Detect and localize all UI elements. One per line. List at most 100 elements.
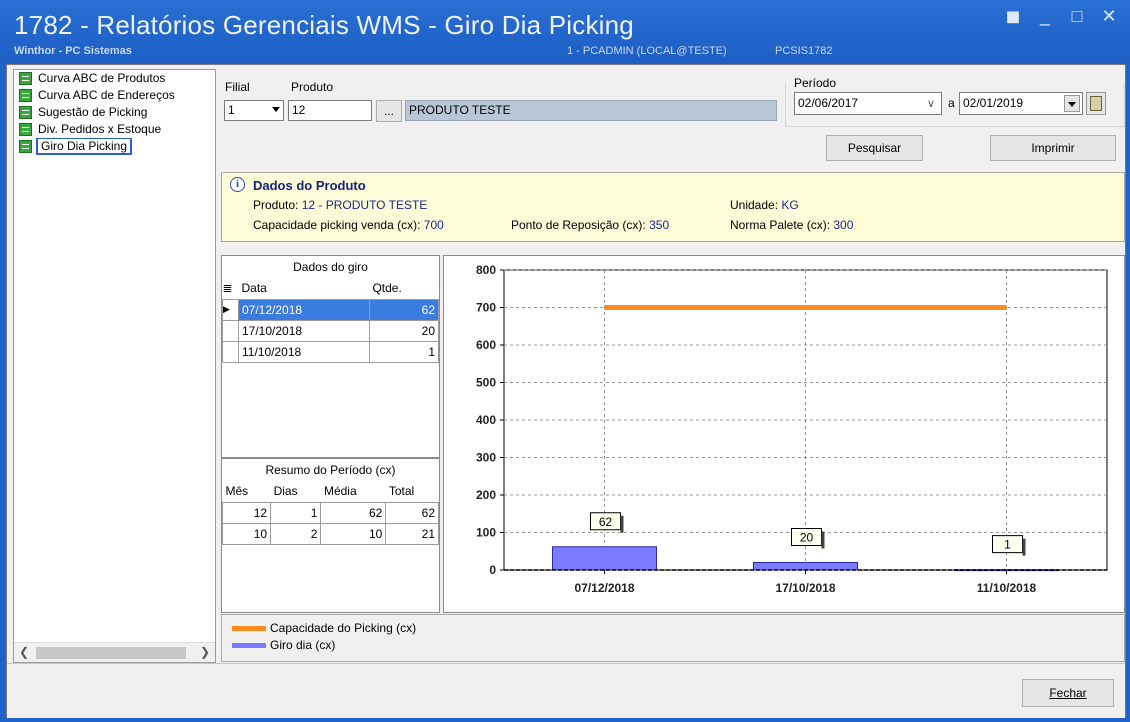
cell-dias[interactable]: 2 xyxy=(270,522,322,545)
data-label-shadow xyxy=(821,531,825,549)
row-indicator xyxy=(222,340,239,363)
unidade-label: Unidade: xyxy=(730,198,779,212)
date-to-picker[interactable]: 02/01/2019 xyxy=(959,92,1083,115)
produto-info-value: 12 - PRODUTO TESTE xyxy=(301,198,428,212)
print-button[interactable]: Imprimir xyxy=(990,135,1116,161)
y-tick-label: 400 xyxy=(476,413,496,427)
filial-select[interactable]: 1 xyxy=(224,100,284,121)
tree-item-curva-abc-produtos[interactable]: Curva ABC de Produtos xyxy=(14,70,215,87)
column-header-dias[interactable]: Dias xyxy=(271,481,321,502)
cell-total[interactable]: 21 xyxy=(385,522,439,545)
y-tick-label: 500 xyxy=(476,376,496,390)
cell-media[interactable]: 62 xyxy=(320,501,387,524)
y-tick-label: 300 xyxy=(476,451,496,465)
legend-item-capacidade: Capacidade do Picking (cx) xyxy=(232,621,416,635)
column-header-data[interactable]: Data xyxy=(239,278,370,299)
x-tick-label: 17/10/2018 xyxy=(775,581,835,595)
report-tree: Curva ABC de Produtos Curva ABC de Ender… xyxy=(13,69,216,663)
column-menu-icon[interactable]: ≣ xyxy=(223,278,239,299)
restore-icon[interactable]: ◼ xyxy=(1004,6,1022,27)
cell-mes[interactable]: 10 xyxy=(221,522,272,545)
date-from-value: 02/06/2017 xyxy=(798,96,859,110)
produto-code-value: 12 xyxy=(292,103,306,117)
table-row[interactable]: ▶ 07/12/2018 62 xyxy=(222,298,440,321)
giro-table: ≣ Data Qtde. ▶ 07/12/2018 62 17/10/2018 … xyxy=(222,278,440,363)
scroll-right-icon[interactable]: ❯ xyxy=(200,645,210,659)
column-header-qtde[interactable]: Qtde. xyxy=(369,278,438,299)
unidade-line: Unidade: KG xyxy=(730,198,799,212)
tree-item-label: Div. Pedidos x Estoque xyxy=(38,122,162,136)
column-header-mes[interactable]: Mês xyxy=(223,481,271,502)
palete-line: Norma Palete (cx): 300 xyxy=(730,218,853,232)
column-header-total[interactable]: Total xyxy=(386,481,439,502)
cell-mes[interactable]: 12 xyxy=(221,501,272,524)
tree-horizontal-scrollbar[interactable]: ❮ ❯ xyxy=(14,642,215,662)
report-icon xyxy=(19,140,32,153)
cell-date[interactable]: 07/12/2018 xyxy=(238,298,370,321)
tree-item-label: Giro Dia Picking xyxy=(35,138,133,155)
cell-total[interactable]: 62 xyxy=(385,501,439,524)
tree-item-giro-dia-picking[interactable]: Giro Dia Picking xyxy=(14,138,215,155)
legend-swatch xyxy=(232,626,266,632)
report-icon xyxy=(19,72,32,85)
giro-chart: 0 100 200 300 400 500 600 700 800 07/12/2018 17/10… xyxy=(443,255,1125,613)
cell-qty[interactable]: 20 xyxy=(368,319,440,342)
y-tick-label: 0 xyxy=(489,563,496,577)
cell-qty[interactable]: 62 xyxy=(368,298,440,321)
minimize-icon[interactable]: _ xyxy=(1036,6,1054,27)
capacidade-label: Capacidade picking venda (cx): xyxy=(253,218,421,232)
cell-date[interactable]: 17/10/2018 xyxy=(238,319,370,342)
unidade-value: KG xyxy=(781,198,799,212)
close-icon[interactable]: ✕ xyxy=(1100,6,1118,27)
table-row[interactable]: 11/10/2018 1 xyxy=(222,340,440,363)
reposicao-label: Ponto de Reposição (cx): xyxy=(511,218,646,232)
cell-qty[interactable]: 1 xyxy=(368,340,440,363)
produto-name-value: PRODUTO TESTE xyxy=(409,103,511,117)
tree-item-label: Curva ABC de Endereços xyxy=(38,88,175,102)
resumo-grid-title: Resumo do Período (cx) xyxy=(265,463,396,477)
report-icon xyxy=(19,123,32,136)
tree-item-curva-abc-enderecos[interactable]: Curva ABC de Endereços xyxy=(14,87,215,104)
report-icon xyxy=(19,106,32,119)
user-info: 1 - PCADMIN (LOCAL@TESTE) xyxy=(567,45,727,57)
table-row[interactable]: 10 2 10 21 xyxy=(221,522,439,545)
search-button[interactable]: Pesquisar xyxy=(826,135,923,161)
browse-produto-button[interactable]: ... xyxy=(376,100,402,122)
produto-line: Produto: 12 - PRODUTO TESTE xyxy=(253,198,427,212)
data-label-shadow xyxy=(1022,538,1026,556)
column-header-media[interactable]: Média xyxy=(321,481,386,502)
date-to-value: 02/01/2019 xyxy=(963,96,1024,110)
tree-item-div-pedidos[interactable]: Div. Pedidos x Estoque xyxy=(14,121,215,138)
product-info-panel: i Dados do Produto Produto: 12 - PRODUTO… xyxy=(221,172,1125,242)
x-tick-label: 07/12/2018 xyxy=(574,581,634,595)
dropdown-button[interactable] xyxy=(1064,95,1080,112)
bar-giro-dia xyxy=(552,546,657,571)
scroll-left-icon[interactable]: ❮ xyxy=(19,645,29,659)
tree-item-sugestao-picking[interactable]: Sugestão de Picking xyxy=(14,104,215,121)
y-tick-label: 700 xyxy=(476,301,496,315)
close-button[interactable]: Fechar xyxy=(1022,679,1114,707)
filial-value: 1 xyxy=(228,103,235,117)
produto-label: Produto xyxy=(291,80,334,94)
chart-legend: Capacidade do Picking (cx) Giro dia (cx) xyxy=(221,614,1125,662)
tree-item-label: Curva ABC de Produtos xyxy=(38,71,166,85)
filial-label: Filial xyxy=(225,80,250,94)
table-row[interactable]: 12 1 62 62 xyxy=(221,501,439,524)
reposicao-line: Ponto de Reposição (cx): 350 xyxy=(511,218,669,232)
maximize-icon[interactable]: □ xyxy=(1068,6,1086,27)
produto-code-input[interactable]: 12 xyxy=(288,100,372,121)
cell-date[interactable]: 11/10/2018 xyxy=(238,340,370,363)
table-row[interactable]: 17/10/2018 20 xyxy=(222,319,440,342)
cell-dias[interactable]: 1 xyxy=(270,501,322,524)
cell-media[interactable]: 10 xyxy=(320,522,387,545)
giro-header-row: ≣ Data Qtde. xyxy=(223,278,439,299)
bar-giro-dia xyxy=(954,569,1059,572)
scroll-thumb[interactable] xyxy=(36,647,186,659)
date-from-picker[interactable]: 02/06/2017 ∨ xyxy=(794,92,942,115)
legend-swatch xyxy=(232,643,266,649)
produto-info-label: Produto: xyxy=(253,198,299,212)
row-indicator xyxy=(222,319,239,342)
y-tick-label: 800 xyxy=(476,263,496,277)
calendar-button[interactable] xyxy=(1086,92,1106,115)
info-icon: i xyxy=(230,177,245,192)
